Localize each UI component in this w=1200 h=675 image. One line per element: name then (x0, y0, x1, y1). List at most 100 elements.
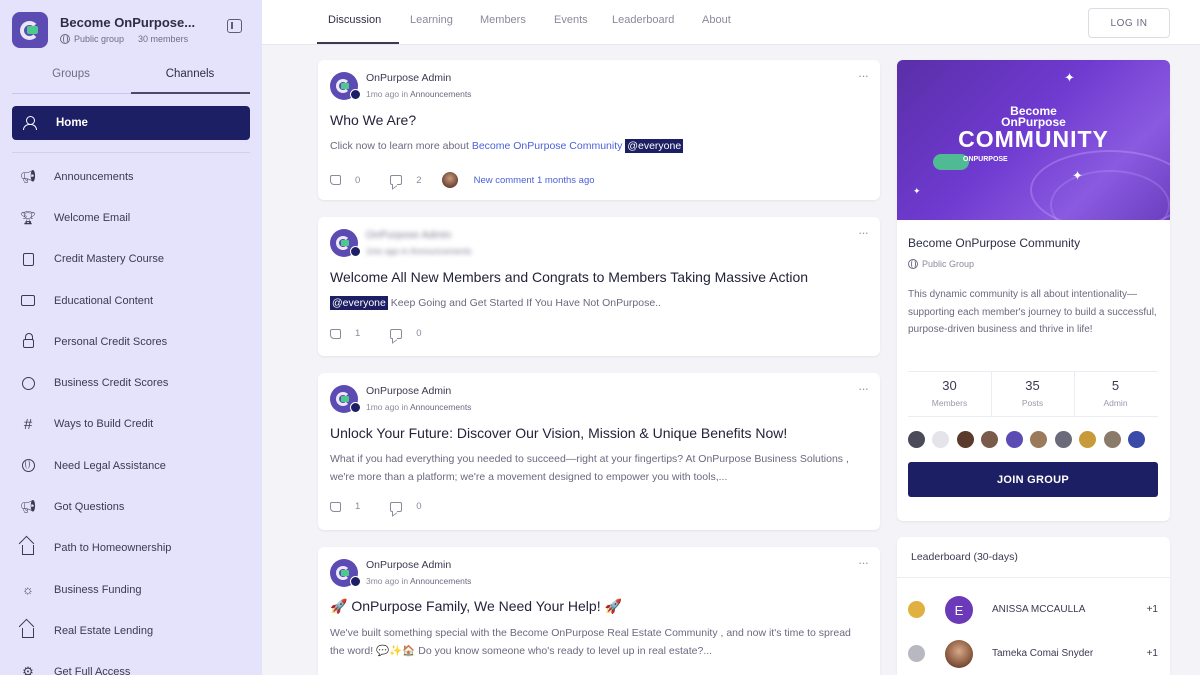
sidebar-item-real-estate-lending[interactable]: Real Estate Lending (12, 610, 250, 651)
sidebar-item-welcome-email[interactable]: 🏆︎ Welcome Email (12, 197, 250, 238)
member-avatar[interactable] (1079, 431, 1096, 448)
post-card[interactable]: OnPurpose Admin 1mo ago in Announcements… (318, 217, 880, 356)
post-author[interactable]: OnPurpose Admin (366, 72, 451, 84)
collapse-sidebar-icon[interactable] (227, 19, 242, 33)
sidebar-item-label: Business Funding (54, 583, 142, 596)
more-options-icon[interactable]: ··· (858, 68, 869, 83)
stat-posts: 35 Posts (991, 378, 1074, 408)
post-channel[interactable]: Announcements (410, 246, 471, 256)
leaderboard-name[interactable]: ANISSA MCCAULLA (992, 604, 1085, 615)
more-options-icon[interactable]: ··· (858, 555, 869, 570)
post-author[interactable]: OnPurpose Admin (366, 229, 451, 241)
gear-icon: ⚙︎ (22, 664, 34, 675)
top-nav: Discussion Learning Members Events Leade… (262, 0, 1200, 45)
sidebar-item-label: Got Questions (54, 501, 125, 514)
group-privacy: Public group (74, 34, 125, 44)
post-meta: 1mo ago in Announcements (366, 246, 471, 256)
post-channel[interactable]: Announcements (410, 576, 471, 586)
tab-discussion[interactable]: Discussion (328, 14, 381, 26)
leaderboard-name[interactable]: Tameka Comai Snyder (992, 648, 1093, 659)
sidebar-item-label: Need Legal Assistance (54, 459, 166, 472)
post-title[interactable]: Welcome All New Members and Congrats to … (330, 269, 808, 285)
stat-value: 30 (942, 378, 957, 393)
like-icon[interactable] (330, 328, 341, 339)
sidebar-item-got-questions[interactable]: 📢︎ Got Questions (12, 486, 250, 527)
member-avatar[interactable] (1104, 431, 1121, 448)
member-avatar[interactable] (1055, 431, 1072, 448)
post-card[interactable]: OnPurpose Admin 1mo ago in Announcements… (318, 60, 880, 200)
sidebar-item-home[interactable]: Home (12, 106, 250, 140)
more-options-icon[interactable]: ··· (858, 381, 869, 396)
comment-icon[interactable] (390, 175, 403, 185)
sparkle-icon: ✦ (1072, 168, 1083, 183)
post-title[interactable]: Unlock Your Future: Discover Our Vision,… (330, 425, 787, 441)
sidebar-item-announcements[interactable]: 📢︎ Announcements (12, 156, 250, 197)
leaderboard-points: +1 (1146, 648, 1158, 659)
comment-count: 2 (416, 174, 422, 186)
nav-divider (12, 152, 250, 153)
like-icon[interactable] (330, 175, 341, 185)
mention-tag[interactable]: @everyone (330, 296, 388, 310)
comment-icon[interactable] (390, 328, 403, 339)
sidebar-item-path-to-homeownership[interactable]: Path to Homeownership (12, 528, 250, 569)
leaderboard-row[interactable]: E ANISSA MCCAULLA +1 (897, 593, 1170, 627)
community-name: Become OnPurpose Community (908, 236, 1081, 250)
post-time: 1mo ago (366, 402, 400, 412)
leaderboard-row[interactable]: Tameka Comai Snyder +1 (897, 637, 1170, 671)
member-avatar[interactable] (908, 431, 925, 448)
avatar[interactable] (945, 640, 973, 668)
sidebar-item-business-credit-scores[interactable]: Business Credit Scores (12, 362, 250, 403)
tab-channels[interactable]: Channels (131, 68, 249, 80)
sidebar-item-get-full-access[interactable]: ⚙︎ Get Full Access (12, 652, 250, 675)
tab-groups[interactable]: Groups (12, 68, 130, 80)
tab-leaderboard[interactable]: Leaderboard (612, 14, 674, 26)
sidebar-item-educational-content[interactable]: Educational Content (12, 280, 250, 321)
like-icon[interactable] (330, 501, 341, 512)
member-avatar[interactable] (1128, 431, 1145, 448)
like-count: 1 (355, 328, 361, 339)
admin-badge-icon (350, 89, 361, 100)
post-channel[interactable]: Announcements (410, 402, 471, 412)
sidebar-item-label: Real Estate Lending (54, 624, 154, 637)
community-link[interactable]: Become OnPurpose Community (472, 140, 623, 152)
member-avatar[interactable] (1006, 431, 1023, 448)
group-header[interactable]: Become OnPurpose... Public group 30 memb… (12, 12, 252, 52)
member-avatar[interactable] (1030, 431, 1047, 448)
post-body: What if you had everything you needed to… (330, 453, 849, 483)
megaphone-icon: 📢︎ (19, 499, 37, 515)
compass-icon (20, 375, 36, 391)
mention-tag[interactable]: @everyone (625, 139, 684, 153)
sidebar-item-credit-mastery-course[interactable]: Credit Mastery Course (12, 239, 250, 280)
lightbulb-icon: ☼ (22, 582, 34, 598)
sidebar-item-label: Credit Mastery Course (54, 253, 165, 266)
post-card[interactable]: OnPurpose Admin 1mo ago in Announcements… (318, 373, 880, 530)
tab-events[interactable]: Events (554, 14, 588, 26)
post-actions: 1 0 (330, 501, 422, 512)
member-avatar[interactable] (981, 431, 998, 448)
sparkle-icon: ✦ (1064, 70, 1075, 85)
sidebar-item-ways-to-build-credit[interactable]: # Ways to Build Credit (12, 404, 250, 445)
trophy-icon: 🏆︎ (19, 209, 37, 225)
hashtag-icon: # (23, 415, 33, 433)
new-comment-link[interactable]: New comment 1 months ago (474, 175, 595, 186)
avatar[interactable]: E (945, 596, 973, 624)
join-group-button[interactable]: JOIN GROUP (908, 462, 1158, 497)
post-author[interactable]: OnPurpose Admin (366, 559, 451, 571)
post-channel[interactable]: Announcements (410, 89, 471, 99)
sidebar-item-need-legal-assistance[interactable]: Need Legal Assistance (12, 445, 250, 486)
sidebar-item-personal-credit-scores[interactable]: Personal Credit Scores (12, 321, 250, 362)
comment-icon[interactable] (390, 501, 403, 512)
tab-learning[interactable]: Learning (410, 14, 453, 26)
post-title[interactable]: 🚀 OnPurpose Family, We Need Your Help! 🚀 (330, 598, 622, 615)
sidebar-item-label: Personal Credit Scores (54, 335, 168, 348)
member-avatar[interactable] (932, 431, 949, 448)
tab-about[interactable]: About (702, 14, 731, 26)
post-card[interactable]: OnPurpose Admin 3mo ago in Announcements… (318, 547, 880, 675)
post-author[interactable]: OnPurpose Admin (366, 385, 451, 397)
more-options-icon[interactable]: ··· (858, 225, 869, 240)
login-button[interactable]: LOG IN (1088, 8, 1170, 38)
tab-members[interactable]: Members (480, 14, 526, 26)
member-avatar[interactable] (957, 431, 974, 448)
sidebar-item-business-funding[interactable]: ☼ Business Funding (12, 569, 250, 610)
post-title[interactable]: Who We Are? (330, 112, 416, 128)
